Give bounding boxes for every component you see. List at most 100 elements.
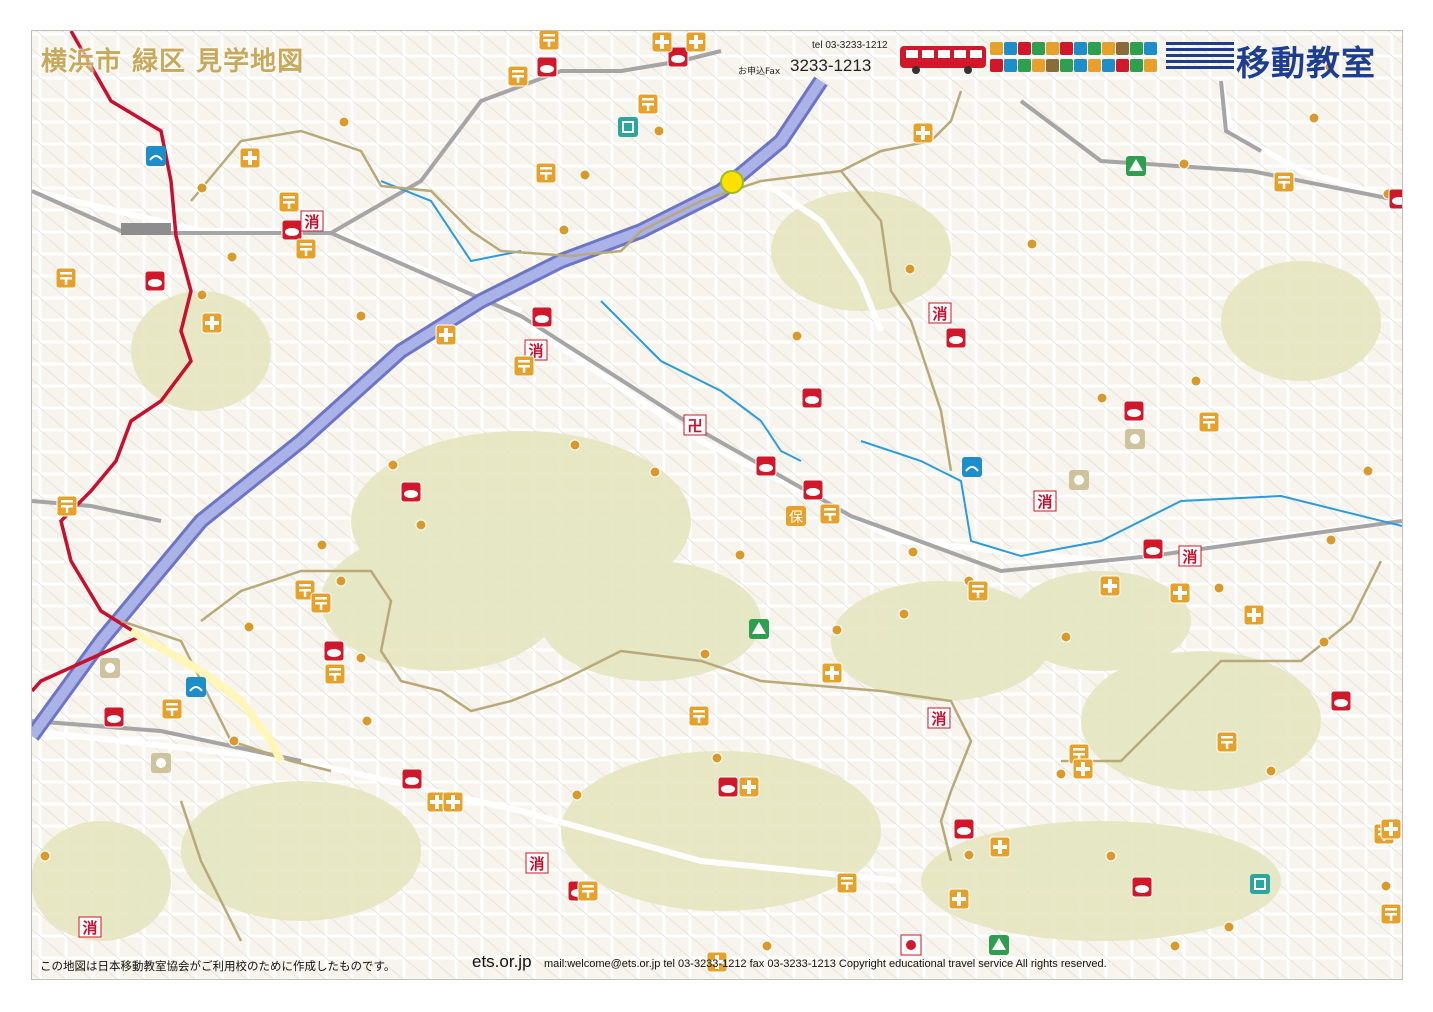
hospital-icon[interactable] xyxy=(821,662,843,684)
mountain-icon[interactable] xyxy=(1126,156,1146,176)
point-of-interest-dot[interactable] xyxy=(1362,465,1374,477)
point-of-interest-dot[interactable] xyxy=(571,789,583,801)
park-icon[interactable] xyxy=(749,619,769,639)
hospital-icon[interactable] xyxy=(1072,758,1094,780)
factory-icon[interactable] xyxy=(1125,429,1145,449)
point-of-interest-dot[interactable] xyxy=(653,125,665,137)
point-of-interest-dot[interactable] xyxy=(963,849,975,861)
temple-icon[interactable]: 卍 xyxy=(683,414,707,436)
fire-station-icon[interactable]: 消 xyxy=(1033,490,1057,512)
koban-icon[interactable] xyxy=(144,270,166,292)
koban-icon[interactable] xyxy=(1142,538,1164,560)
post-office-icon[interactable] xyxy=(535,162,557,184)
point-of-interest-dot[interactable] xyxy=(196,289,208,301)
post-office-icon[interactable] xyxy=(310,592,332,614)
point-of-interest-dot[interactable] xyxy=(558,224,570,236)
post-office-icon[interactable] xyxy=(56,495,78,517)
point-of-interest-dot[interactable] xyxy=(1060,631,1072,643)
hospital-icon[interactable] xyxy=(201,312,223,334)
point-of-interest-dot[interactable] xyxy=(699,648,711,660)
fire-station-icon[interactable]: 消 xyxy=(525,852,549,874)
point-of-interest-dot[interactable] xyxy=(1318,636,1330,648)
point-of-interest-dot[interactable] xyxy=(569,439,581,451)
onsen-icon[interactable] xyxy=(146,146,166,166)
point-of-interest-dot[interactable] xyxy=(734,549,746,561)
post-office-icon[interactable] xyxy=(55,267,77,289)
location-marker[interactable] xyxy=(720,170,744,194)
point-of-interest-dot[interactable] xyxy=(904,263,916,275)
footer-url[interactable]: ets.or.jp xyxy=(472,952,532,972)
hospital-icon[interactable] xyxy=(685,31,707,53)
fire-station-icon[interactable]: 消 xyxy=(928,302,952,324)
hospital-icon[interactable] xyxy=(435,324,457,346)
onsen-icon[interactable] xyxy=(186,677,206,697)
nursery-icon[interactable]: 保 xyxy=(786,506,806,526)
point-of-interest-dot[interactable] xyxy=(415,519,427,531)
post-office-icon[interactable] xyxy=(161,698,183,720)
fire-station-icon[interactable]: 消 xyxy=(1178,545,1202,567)
koban-icon[interactable] xyxy=(281,219,303,241)
post-office-icon[interactable] xyxy=(538,31,560,51)
point-of-interest-dot[interactable] xyxy=(579,169,591,181)
koban-icon[interactable] xyxy=(1123,400,1145,422)
post-office-icon[interactable] xyxy=(637,93,659,115)
hospital-icon[interactable] xyxy=(1243,604,1265,626)
fire-station-icon[interactable]: 消 xyxy=(300,210,324,232)
point-of-interest-dot[interactable] xyxy=(649,466,661,478)
point-of-interest-dot[interactable] xyxy=(1325,534,1337,546)
post-office-icon[interactable] xyxy=(324,663,346,685)
point-of-interest-dot[interactable] xyxy=(1190,375,1202,387)
point-of-interest-dot[interactable] xyxy=(361,715,373,727)
point-of-interest-dot[interactable] xyxy=(1178,158,1190,170)
hospital-icon[interactable] xyxy=(948,888,970,910)
hospital-icon[interactable] xyxy=(442,791,464,813)
koban-icon[interactable] xyxy=(945,327,967,349)
point-of-interest-dot[interactable] xyxy=(907,546,919,558)
post-office-icon[interactable] xyxy=(1380,903,1402,925)
koban-icon[interactable] xyxy=(1131,876,1153,898)
hospital-icon[interactable] xyxy=(738,776,760,798)
post-office-icon[interactable] xyxy=(1273,171,1295,193)
post-office-icon[interactable] xyxy=(836,872,858,894)
post-office-icon[interactable] xyxy=(278,191,300,213)
koban-icon[interactable] xyxy=(717,776,739,798)
post-office-icon[interactable] xyxy=(819,503,841,525)
point-of-interest-dot[interactable] xyxy=(355,310,367,322)
point-of-interest-dot[interactable] xyxy=(228,735,240,747)
koban-icon[interactable] xyxy=(323,640,345,662)
hospital-icon[interactable] xyxy=(989,836,1011,858)
hospital-icon[interactable] xyxy=(1169,582,1191,604)
koban-icon[interactable] xyxy=(400,481,422,503)
koban-icon[interactable] xyxy=(801,387,823,409)
point-of-interest-dot[interactable] xyxy=(1105,850,1117,862)
map-frame[interactable]: 消消消消消消消消卍保 横浜市 緑区 見学地図 xyxy=(31,30,1403,980)
point-of-interest-dot[interactable] xyxy=(226,251,238,263)
koban-icon[interactable] xyxy=(1330,690,1352,712)
point-of-interest-dot[interactable] xyxy=(1380,880,1392,892)
factory-icon[interactable] xyxy=(151,753,171,773)
koban-icon[interactable] xyxy=(802,479,824,501)
point-of-interest-dot[interactable] xyxy=(1026,238,1038,250)
point-of-interest-dot[interactable] xyxy=(1213,582,1225,594)
hospital-icon[interactable] xyxy=(912,122,934,144)
pool-icon[interactable] xyxy=(1250,874,1270,894)
point-of-interest-dot[interactable] xyxy=(335,575,347,587)
point-of-interest-dot[interactable] xyxy=(1055,768,1067,780)
post-office-icon[interactable] xyxy=(577,880,599,902)
point-of-interest-dot[interactable] xyxy=(387,459,399,471)
point-of-interest-dot[interactable] xyxy=(1265,765,1277,777)
koban-icon[interactable] xyxy=(531,306,553,328)
post-office-icon[interactable] xyxy=(967,580,989,602)
point-of-interest-dot[interactable] xyxy=(39,850,51,862)
koban-icon[interactable] xyxy=(401,768,423,790)
post-office-icon[interactable] xyxy=(688,705,710,727)
point-of-interest-dot[interactable] xyxy=(355,652,367,664)
koban-icon[interactable] xyxy=(536,56,558,78)
koban-icon[interactable] xyxy=(1388,188,1402,210)
fire-station-icon[interactable]: 消 xyxy=(927,707,951,729)
onsen-icon[interactable] xyxy=(962,457,982,477)
point-of-interest-dot[interactable] xyxy=(1223,921,1235,933)
point-of-interest-dot[interactable] xyxy=(1308,112,1320,124)
koban-icon[interactable] xyxy=(755,455,777,477)
pool-icon[interactable] xyxy=(618,117,638,137)
